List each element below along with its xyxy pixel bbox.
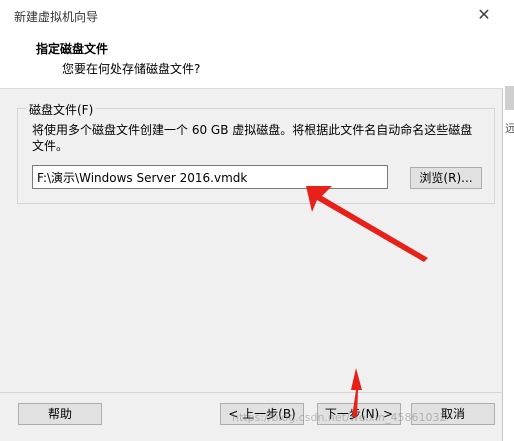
disk-file-path-input[interactable] bbox=[32, 165, 388, 189]
background-text: 远 bbox=[505, 122, 514, 135]
disk-file-group-label: 磁盘文件(F) bbox=[26, 101, 97, 118]
title-bar: 新建虚拟机向导 ✕ bbox=[0, 0, 503, 30]
page-subtitle: 您要在何处存储磁盘文件? bbox=[62, 62, 201, 76]
page-title: 指定磁盘文件 bbox=[36, 42, 109, 56]
background-scrollbar bbox=[505, 86, 514, 110]
browse-button[interactable]: 浏览(R)... bbox=[410, 167, 482, 189]
close-icon[interactable]: ✕ bbox=[473, 4, 495, 26]
disk-file-group: 磁盘文件(F) 将使用多个磁盘文件创建一个 60 GB 虚拟磁盘。将根据此文件名… bbox=[17, 101, 495, 204]
disk-file-description: 将使用多个磁盘文件创建一个 60 GB 虚拟磁盘。将根据此文件名自动命名这些磁盘… bbox=[32, 123, 473, 153]
watermark: https://blog.csdn.net/weixin_45861032 bbox=[232, 411, 447, 424]
new-vm-wizard-dialog: 新建虚拟机向导 ✕ 指定磁盘文件 您要在何处存储磁盘文件? 磁盘文件(F) 将使… bbox=[0, 0, 503, 441]
screen: 远 新建虚拟机向导 ✕ 指定磁盘文件 您要在何处存储磁盘文件? 磁盘文件(F) … bbox=[0, 0, 514, 441]
window-title: 新建虚拟机向导 bbox=[14, 10, 99, 24]
help-button[interactable]: 帮助 bbox=[18, 403, 102, 425]
wizard-header: 指定磁盘文件 您要在何处存储磁盘文件? bbox=[0, 30, 503, 89]
footer-divider bbox=[0, 392, 503, 393]
